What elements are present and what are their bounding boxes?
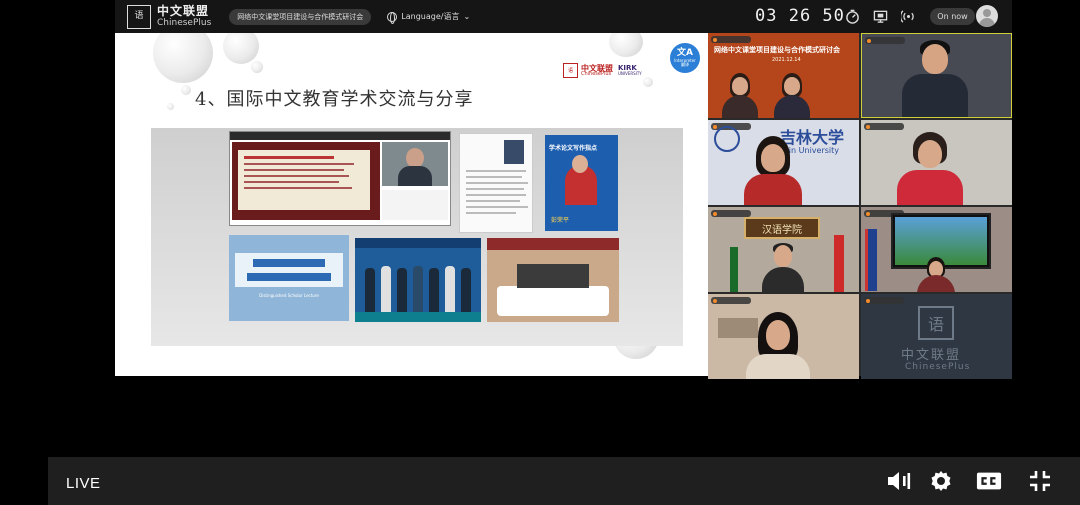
uk-flag-icon	[865, 229, 877, 291]
placeholder-logo-en: ChinesePlus	[905, 362, 971, 372]
group-stage-photo	[355, 238, 481, 322]
interpreter-badge[interactable]: 文A Interpreter 翻译	[670, 43, 700, 73]
interpreter-cn-label: 翻译	[681, 61, 689, 67]
language-label: Language/语言	[401, 12, 460, 21]
tile-woman-glasses[interactable]	[861, 120, 1012, 205]
china-flag-icon	[834, 235, 844, 292]
stopwatch-icon[interactable]	[845, 9, 860, 24]
wall-shelf	[718, 318, 758, 338]
slide-logo-group: 语 中文联盟 ChinesePlus KIRK UNIVERSITY	[563, 63, 642, 78]
participant-tag	[711, 36, 751, 43]
chineseplus-logo: 语 中文联盟 ChinesePlus	[127, 4, 212, 29]
settings-gear-icon[interactable]	[928, 469, 954, 493]
logo-seal-icon: 语	[127, 4, 151, 29]
signal-icon[interactable]	[901, 9, 916, 24]
article-page	[459, 133, 533, 233]
language-icon	[387, 11, 398, 24]
participant-tag	[865, 37, 905, 44]
jilin-backdrop-en: Jilin University	[782, 146, 839, 155]
bubble-decoration	[167, 103, 174, 110]
bubble-decoration	[153, 33, 213, 83]
tile-jilin-university[interactable]: 吉林大学 Jilin University	[708, 120, 859, 205]
plaque: 汉语学院	[744, 217, 820, 239]
slide-logo-en: ChinesePlus	[581, 71, 612, 77]
on-now-button[interactable]: On now	[930, 8, 975, 25]
poster-name: 彭荣平	[551, 217, 570, 224]
tile-banner-date: 2021.12.14	[772, 57, 801, 63]
bubble-decoration	[643, 77, 653, 87]
placeholder-seal-icon: 语	[918, 306, 954, 340]
online-lecture-screenshot	[229, 131, 451, 226]
tile-chineseplus-placeholder[interactable]: 语 中文联盟 ChinesePlus	[861, 294, 1012, 379]
tile-banner-conference[interactable]: 网络中文课堂项目建设与合作模式研讨会 2021.12.14	[708, 33, 859, 118]
tile-school-screen[interactable]	[861, 207, 1012, 292]
logo-chinese-text: 中文联盟	[157, 4, 210, 18]
bubble-decoration	[223, 33, 259, 64]
user-avatar-icon[interactable]	[976, 5, 998, 27]
jilin-seal-icon	[714, 126, 740, 152]
tile-man-glasses[interactable]	[861, 33, 1012, 118]
placeholder-logo-cn: 中文联盟	[901, 348, 962, 363]
logo-english-text: ChinesePlus	[157, 18, 212, 28]
banner-photo-text: Distinguished Scholar Lecture	[259, 293, 319, 298]
session-timer: 03 26 50	[755, 6, 845, 26]
bubble-decoration	[181, 85, 191, 95]
poster-title: 学术论文写作指点	[549, 145, 598, 152]
closed-captions-icon[interactable]	[976, 469, 1002, 493]
conference-table-photo	[487, 238, 619, 322]
participant-video-grid: 网络中文课堂项目建设与合作模式研讨会 2021.12.14 吉林大学 Jilin…	[708, 33, 1012, 379]
bubble-decoration	[609, 33, 643, 57]
video-player-bar: LIVE	[48, 457, 1080, 505]
bubble-decoration	[251, 61, 263, 73]
tile-banner-text: 网络中文课堂项目建设与合作模式研讨会	[714, 46, 840, 54]
kirk-university-logo: KIRK UNIVERSITY	[618, 65, 642, 76]
tile-woman-office[interactable]	[708, 294, 859, 379]
jilin-backdrop-cn: 吉林大学	[780, 128, 845, 147]
participant-tag	[864, 297, 904, 304]
live-indicator: LIVE	[66, 475, 101, 492]
chevron-down-icon: ⌄	[463, 12, 471, 21]
language-selector[interactable]: Language/语言 ⌄	[387, 11, 471, 24]
pakistan-flag-icon	[730, 247, 738, 292]
meeting-title-pill: 网络中文课堂项目建设与合作模式研讨会	[229, 8, 372, 25]
participant-tag	[864, 123, 904, 130]
screen-share-icon[interactable]	[873, 9, 888, 24]
tile-man-flags[interactable]: 汉语学院	[708, 207, 859, 292]
exit-fullscreen-icon[interactable]	[1027, 469, 1053, 493]
participant-tag	[711, 210, 751, 217]
meeting-topbar: 语 中文联盟 ChinesePlus 网络中文课堂项目建设与合作模式研讨会 La…	[115, 0, 1012, 33]
photo-collage: 学术论文写作指点 彭荣平 Distinguished Scholar Lectu…	[151, 128, 683, 346]
presentation-slide: 4、国际中文教育学术交流与分享 语 中文联盟 ChinesePlus KIRK …	[115, 33, 708, 376]
plaque-text: 汉语学院	[762, 224, 802, 236]
volume-icon[interactable]	[886, 469, 912, 493]
banner-photo: Distinguished Scholar Lecture	[229, 235, 349, 321]
mini-seal-icon: 语	[563, 63, 578, 78]
slide-title: 4、国际中文教育学术交流与分享	[195, 89, 474, 110]
kirk-sub-label: UNIVERSITY	[618, 71, 642, 76]
participant-tag	[711, 297, 751, 304]
lecture-poster: 学术论文写作指点 彭荣平	[545, 135, 618, 231]
